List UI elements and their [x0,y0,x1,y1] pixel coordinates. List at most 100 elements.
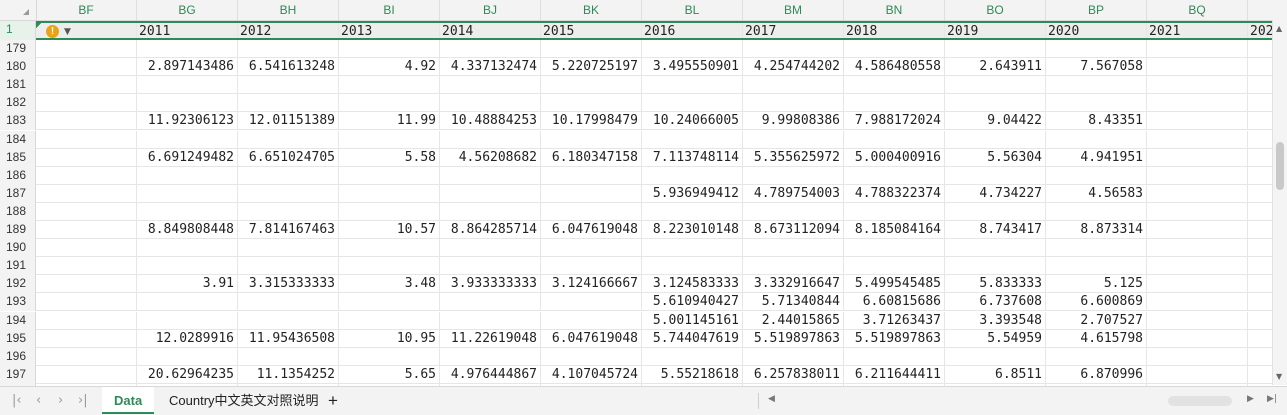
table-cell[interactable] [945,347,1046,365]
table-cell[interactable] [1046,257,1147,275]
table-cell[interactable]: 6.8511 [945,365,1046,383]
last-sheet-icon[interactable]: ›| [78,393,88,408]
table-cell[interactable] [1147,202,1248,220]
table-cell[interactable] [440,40,541,58]
table-cell[interactable] [137,311,238,329]
table-cell[interactable]: 11.22619048 [440,329,541,347]
table-cell[interactable] [642,76,743,94]
table-cell[interactable] [945,94,1046,112]
table-cell[interactable] [743,76,844,94]
column-header-bn[interactable]: BN [844,0,945,20]
table-cell[interactable] [36,365,137,383]
table-cell[interactable] [36,148,137,166]
table-cell[interactable] [238,311,339,329]
table-cell[interactable] [238,40,339,58]
table-cell[interactable]: 7.814167463 [238,221,339,239]
scroll-end-icon[interactable]: ▶| [1267,394,1277,404]
table-cell[interactable]: 4.789754003 [743,184,844,202]
column-header-bj[interactable]: BJ [440,0,541,20]
table-cell[interactable] [1147,112,1248,130]
table-cell[interactable] [1147,76,1248,94]
table-cell[interactable]: 5.499545485 [844,275,945,293]
table-cell[interactable] [945,202,1046,220]
table-cell[interactable]: 3.315333333 [238,275,339,293]
row-header[interactable]: 187 [0,184,36,203]
table-cell[interactable] [339,202,440,220]
first-sheet-icon[interactable]: |‹ [12,393,22,408]
table-cell[interactable] [743,166,844,184]
table-cell[interactable] [743,239,844,257]
year-header-cell[interactable]: 2020 [1046,23,1147,38]
column-header-bg[interactable]: BG [137,0,238,20]
column-header-bf[interactable]: BF [36,0,137,20]
table-cell[interactable] [440,202,541,220]
table-cell[interactable] [238,239,339,257]
table-cell[interactable] [36,257,137,275]
table-cell[interactable]: 7.113748114 [642,148,743,166]
year-header-cell[interactable]: 2014 [440,23,541,38]
table-cell[interactable] [844,40,945,58]
table-cell[interactable]: 5.71340844 [743,293,844,311]
year-header-cell[interactable]: 2015 [541,23,642,38]
table-cell[interactable] [137,293,238,311]
year-header-cell[interactable]: 2017 [743,23,844,38]
year-header-cell[interactable]: 2012 [238,23,339,38]
table-cell[interactable] [137,239,238,257]
table-cell[interactable] [440,239,541,257]
table-cell[interactable] [1147,94,1248,112]
table-cell[interactable]: 8.873314 [1046,221,1147,239]
table-cell[interactable] [238,293,339,311]
table-cell[interactable] [137,40,238,58]
table-cell[interactable]: 5.519897863 [743,329,844,347]
table-cell[interactable]: 4.586480558 [844,58,945,76]
table-cell[interactable]: 11.1354252 [238,365,339,383]
table-cell[interactable] [1046,94,1147,112]
table-cell[interactable]: 10.24066005 [642,112,743,130]
table-cell[interactable]: 6.737608 [945,293,1046,311]
year-header-cell[interactable]: 2016 [642,23,743,38]
table-cell[interactable] [743,94,844,112]
table-cell[interactable] [541,76,642,94]
table-cell[interactable]: 6.541613248 [238,58,339,76]
scroll-up-icon[interactable]: ▲ [1276,24,1282,33]
scroll-right-icon[interactable]: ▶ [1247,394,1254,404]
row-header[interactable]: 183 [0,112,36,131]
table-cell[interactable] [642,257,743,275]
table-cell[interactable]: 3.495550901 [642,58,743,76]
table-cell[interactable]: 8.864285714 [440,221,541,239]
table-cell[interactable] [541,130,642,148]
table-cell[interactable]: 5.56304 [945,148,1046,166]
column-header-bp[interactable]: BP [1046,0,1147,20]
column-header-bl[interactable]: BL [642,0,743,20]
table-cell[interactable] [1147,347,1248,365]
scroll-left-icon[interactable]: ◀ [768,394,775,404]
table-cell[interactable] [844,76,945,94]
table-cell[interactable]: 4.254744202 [743,58,844,76]
warning-icon[interactable]: ! [46,25,59,38]
column-header-bi[interactable]: BI [339,0,440,20]
table-cell[interactable] [440,166,541,184]
row-header[interactable]: 193 [0,293,36,312]
table-cell[interactable]: 5.744047619 [642,329,743,347]
table-cell[interactable]: 5.001145161 [642,311,743,329]
table-cell[interactable] [137,257,238,275]
add-sheet-button[interactable]: + [328,391,338,411]
row-header[interactable]: 196 [0,347,36,366]
select-all-corner[interactable] [0,0,37,20]
table-cell[interactable]: 3.332916647 [743,275,844,293]
row-header[interactable]: 180 [0,58,36,77]
table-cell[interactable] [1147,293,1248,311]
table-cell[interactable]: 6.257838011 [743,365,844,383]
table-cell[interactable] [440,76,541,94]
table-cell[interactable] [541,293,642,311]
table-cell[interactable] [743,40,844,58]
table-cell[interactable] [137,94,238,112]
row-header[interactable]: 189 [0,221,36,240]
table-cell[interactable] [36,239,137,257]
table-cell[interactable] [642,202,743,220]
table-cell[interactable] [642,130,743,148]
table-cell[interactable] [440,347,541,365]
table-cell[interactable] [541,184,642,202]
table-cell[interactable] [440,130,541,148]
table-cell[interactable] [642,40,743,58]
